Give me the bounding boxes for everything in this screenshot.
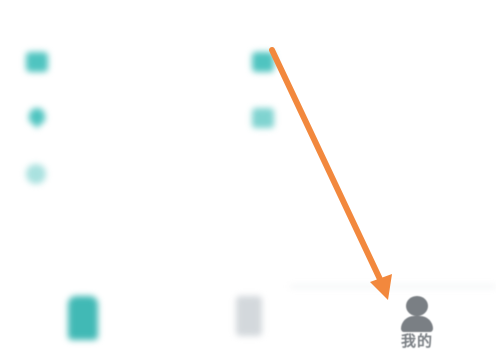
- annotation-arrow: [269, 47, 392, 300]
- arrow-shaft: [269, 47, 389, 295]
